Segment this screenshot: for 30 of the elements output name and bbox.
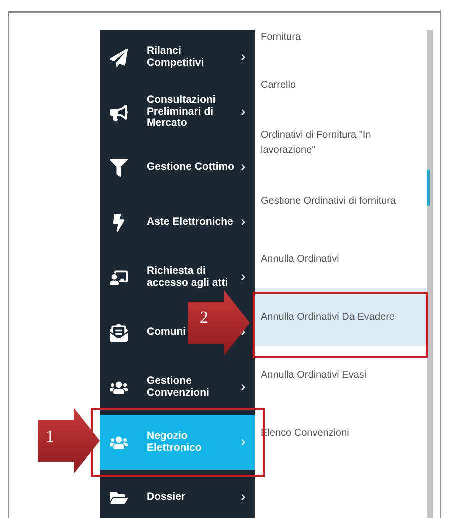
people-icon <box>110 378 128 396</box>
arrow-drawing <box>188 290 250 356</box>
sidebar-label: Negozio Elettronico <box>147 430 203 454</box>
megaphone-icon <box>110 104 128 122</box>
paper-plane-icon <box>110 48 128 66</box>
arrow-drawing <box>38 408 100 474</box>
sidebar-label: Aste Elettroniche <box>147 216 234 228</box>
step-number: 2 <box>200 309 208 326</box>
scrollbar-thumb[interactable] <box>427 170 430 206</box>
people-icon <box>110 434 128 452</box>
chevron-icon <box>240 439 247 446</box>
sidebar-label: Consultazioni Preliminari di Mercato <box>147 95 217 130</box>
sidebar-label: Dossier <box>147 492 187 504</box>
chevron-icon <box>240 54 247 61</box>
envelope-icon <box>110 324 128 342</box>
funnel-icon <box>110 158 128 176</box>
chevron-icon <box>240 384 247 391</box>
sidebar-label: Richiesta di accesso agli atti <box>147 266 230 290</box>
sidebar-label: Comuni <box>147 326 188 338</box>
chevron-icon <box>240 164 247 171</box>
step-number: 1 <box>46 428 54 445</box>
sidebar-label: Gestione Cottimo <box>147 162 236 174</box>
chevron-icon <box>240 494 247 501</box>
sidebar-label: Gestione Convenzioni <box>147 376 210 400</box>
chevron-icon <box>240 219 247 226</box>
submenu-item[interactable]: Annulla Ordinativi Da Evadere <box>255 288 427 346</box>
sidebar-label: Rilanci Competitivi <box>147 46 206 70</box>
chevron-icon <box>240 109 247 116</box>
chevron-icon <box>240 274 247 281</box>
presenter-icon <box>110 268 128 286</box>
